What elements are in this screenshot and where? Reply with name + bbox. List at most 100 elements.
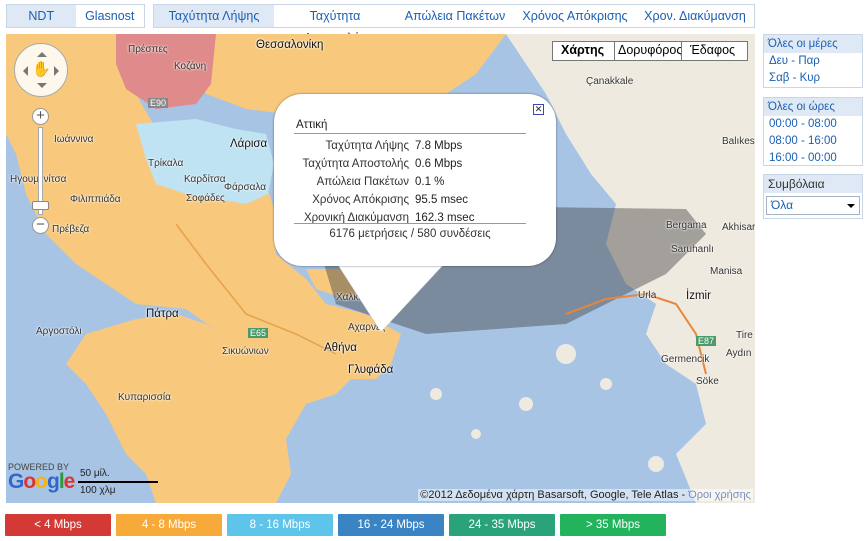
plans-select[interactable]: Όλα — [766, 196, 860, 215]
city-label: Κυπαρισσία — [118, 392, 171, 403]
source-tabs: NDT Glasnost — [6, 4, 145, 28]
city-label: Tire — [736, 330, 753, 341]
divider — [294, 133, 526, 134]
city-label: Κοζάνη — [174, 61, 207, 72]
tab-download-speed[interactable]: Ταχύτητα Λήψης — [154, 5, 274, 27]
city-label: Manisa — [710, 266, 743, 277]
city-label: Πάτρα — [146, 308, 179, 320]
city-label: Urla — [638, 290, 657, 301]
map-type-satellite-button[interactable]: Δορυφόρος — [614, 42, 682, 60]
island — [600, 378, 612, 390]
stat-value: 95.5 msec — [415, 194, 469, 206]
map-type-control: Χάρτης Δορυφόρος Έδαφος — [552, 41, 748, 61]
hours-08-16[interactable]: 08:00 - 16:00 — [764, 133, 862, 150]
hand-icon[interactable]: ✋ — [32, 60, 51, 80]
city-label: Τρίκαλα — [148, 158, 184, 169]
legend-item: 24 - 35 Mbps — [449, 514, 555, 536]
city-label: Balıkesir — [722, 136, 755, 147]
zoom-in-button[interactable]: + — [32, 108, 49, 125]
pan-right-icon[interactable] — [54, 66, 64, 76]
city-label: Καρδίτσα — [184, 174, 226, 185]
stats-row: Χρονική Διακύμανση 162.3 msec — [294, 209, 477, 227]
city-label: Λάρισα — [230, 138, 268, 150]
city-label: Φιλιππιάδα — [70, 194, 121, 205]
scale-km: 100 χλμ — [80, 485, 116, 496]
close-icon[interactable]: ✕ — [533, 104, 544, 115]
stats-row: Χρόνος Απόκρισης 95.5 msec — [294, 191, 477, 209]
island — [471, 429, 481, 439]
stat-value: 0.6 Mbps — [415, 158, 463, 170]
legend-item: < 4 Mbps — [5, 514, 111, 536]
metric-tabs: Ταχύτητα Λήψης Ταχύτητα Αποστολής Απώλει… — [153, 4, 755, 45]
city-label: Çanakkale — [586, 76, 634, 87]
map-canvas[interactable]: Πρέσπες Θεσσαλονίκη Κοζάνη Ιωάννινα Λάρι… — [6, 34, 755, 503]
city-label: Γλυφάδα — [348, 364, 394, 376]
city-label: Αθήνα — [324, 342, 357, 354]
scale-miles: 50 μίλ. — [80, 468, 110, 479]
scale-line — [78, 481, 158, 483]
city-label: Aydın — [726, 348, 752, 359]
divider — [294, 223, 526, 224]
tab-glasnost[interactable]: Glasnost — [76, 5, 145, 27]
road-shield: E65 — [248, 328, 269, 338]
stat-label: Χρονική Διακύμανση — [303, 212, 409, 224]
city-label: Ιωάννινα — [54, 134, 94, 145]
tab-upload-speed[interactable]: Ταχύτητα Αποστολής — [274, 5, 396, 45]
island — [519, 397, 533, 411]
city-label: Σικυώνιων — [222, 346, 269, 357]
days-weekend[interactable]: Σαβ - Κυρ — [764, 70, 862, 87]
city-label: Αργοστόλι — [36, 326, 82, 337]
stats-table: Ταχύτητα Λήψης 7.8 Mbps Ταχύτητα Αποστολ… — [294, 137, 477, 227]
zoom-out-button[interactable]: − — [32, 217, 49, 234]
hours-all[interactable]: Όλες οι ώρες — [764, 98, 862, 116]
city-label: İzmir — [686, 290, 711, 302]
city-label: Πρέσπες — [128, 44, 168, 55]
island — [556, 344, 576, 364]
days-weekdays[interactable]: Δευ - Παρ — [764, 53, 862, 70]
hours-filter-panel: Όλες οι ώρες 00:00 - 08:00 08:00 - 16:00… — [763, 97, 863, 166]
tab-packet-loss[interactable]: Απώλεια Πακέτων — [396, 5, 514, 27]
legend-item: > 35 Mbps — [560, 514, 666, 536]
days-filter-panel: Όλες οι μέρες Δευ - Παρ Σαβ - Κυρ — [763, 34, 863, 88]
island — [430, 388, 442, 400]
copyright-text: ©2012 Δεδομένα χάρτη Basarsoft, Google, … — [420, 489, 686, 501]
pan-control: ✋ — [14, 43, 68, 97]
hours-00-08[interactable]: 00:00 - 08:00 — [764, 116, 862, 133]
legend-item: 8 - 16 Mbps — [227, 514, 333, 536]
pan-left-icon[interactable] — [18, 66, 28, 76]
tab-jitter[interactable]: Χρον. Διακύμανση — [636, 5, 754, 27]
google-wordmark: Google — [8, 470, 75, 493]
measurements-summary: 6176 μετρήσεις / 580 συνδέσεις — [329, 228, 491, 240]
map-copyright: ©2012 Δεδομένα χάρτη Basarsoft, Google, … — [418, 489, 753, 501]
city-label: Εύβοια — [366, 278, 398, 289]
terms-link[interactable]: Όροι χρήσης — [688, 489, 751, 501]
scale-bar: 50 μίλ. 100 χλμ — [78, 468, 162, 498]
road-shield: E87 — [696, 336, 717, 346]
tab-ndt[interactable]: NDT — [7, 5, 76, 27]
plans-filter-panel: Συμβόλαια Όλα — [763, 174, 863, 219]
map-type-terrain-button[interactable]: Έδαφος — [681, 42, 747, 60]
pan-down-icon[interactable] — [37, 83, 47, 93]
legend-item: 16 - 24 Mbps — [338, 514, 444, 536]
chevron-down-icon — [847, 204, 855, 212]
google-logo[interactable]: POWERED BY Google — [8, 462, 75, 493]
pan-up-icon[interactable] — [37, 47, 47, 57]
hours-16-00[interactable]: 16:00 - 00:00 — [764, 150, 862, 167]
days-all[interactable]: Όλες οι μέρες — [764, 35, 862, 53]
city-label: Saruhanlı — [671, 244, 714, 255]
stat-label: Χρόνος Απόκρισης — [312, 194, 409, 206]
road-shield: E90 — [148, 98, 169, 108]
stats-row: Ταχύτητα Λήψης 7.8 Mbps — [294, 137, 477, 155]
city-label: Χαλκίδα — [336, 292, 373, 303]
city-label: Bergama — [666, 220, 707, 231]
region-title: Αττική — [296, 119, 328, 131]
tab-response-time[interactable]: Χρόνος Απόκρισης — [514, 5, 636, 27]
city-label: Söke — [696, 376, 719, 387]
map-type-map-button[interactable]: Χάρτης — [553, 42, 614, 60]
zoom-slider-handle[interactable] — [32, 201, 49, 210]
plans-label: Συμβόλαια — [764, 175, 862, 193]
stat-label: Ταχύτητα Αποστολής — [302, 158, 409, 170]
stat-value: 162.3 msec — [415, 212, 475, 224]
city-label: Akhisar — [722, 222, 755, 233]
plans-selected-value: Όλα — [771, 198, 794, 212]
